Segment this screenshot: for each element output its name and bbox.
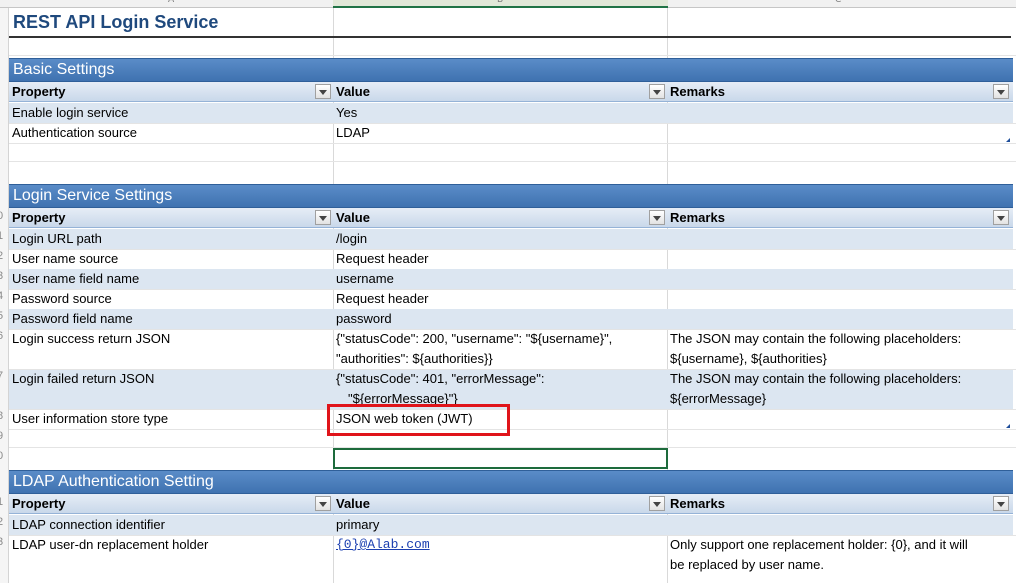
filter-dropdown-button[interactable] [993, 84, 1009, 99]
table-cell-value[interactable]: primary [333, 515, 670, 535]
filter-dropdown-button[interactable] [649, 84, 665, 99]
row-number[interactable]: 5 [0, 310, 3, 322]
row-number[interactable]: 3 [0, 270, 3, 282]
login-table-header: Property Value Remarks [9, 208, 1013, 228]
table-cell-property[interactable]: Login success return JSON [9, 329, 336, 349]
table-cell-remarks[interactable]: The JSON may contain the following place… [667, 329, 1016, 349]
filter-dropdown-button[interactable] [993, 210, 1009, 225]
column-letter-b[interactable]: B [497, 0, 503, 5]
table-cell-property[interactable]: LDAP connection identifier [9, 515, 336, 535]
table-cell-value[interactable]: password [333, 309, 670, 329]
column-header-strip: A B C [0, 0, 1016, 8]
value-column-header[interactable]: Value [333, 494, 667, 514]
row-number[interactable]: 2 [0, 250, 3, 262]
row-divider [9, 161, 1016, 162]
row-number[interactable]: 1 [0, 230, 3, 242]
property-column-header[interactable]: Property [9, 82, 333, 102]
filter-dropdown-button[interactable] [993, 496, 1009, 511]
sheet-title[interactable]: REST API Login Service [13, 12, 218, 33]
filter-dropdown-button[interactable] [315, 84, 331, 99]
row-number-gutter: 0 1 2 3 4 5 6 7 8 9 0 1 2 3 [0, 8, 9, 583]
row-number[interactable]: 6 [0, 330, 3, 342]
highlight-annotation-box [327, 404, 510, 436]
value-column-header[interactable]: Value [333, 208, 667, 228]
basic-settings-header[interactable]: Basic Settings [9, 58, 1013, 82]
filter-dropdown-button[interactable] [315, 496, 331, 511]
login-settings-header[interactable]: Login Service Settings [9, 184, 1013, 208]
table-cell-property[interactable]: Authentication source [9, 123, 336, 143]
table-cell-value[interactable]: {"statusCode": 200, "username": "${usern… [333, 329, 670, 349]
row-number[interactable]: 2 [0, 516, 3, 528]
table-cell-value[interactable]: username [333, 269, 670, 289]
title-underline [9, 36, 1011, 38]
filter-dropdown-button[interactable] [649, 210, 665, 225]
row-number[interactable]: 4 [0, 290, 3, 302]
row-number[interactable]: 0 [0, 450, 3, 462]
column-letter-c[interactable]: C [835, 0, 841, 5]
table-cell-remarks[interactable]: Only support one replacement holder: {0}… [667, 535, 1016, 555]
table-cell-value[interactable]: Request header [333, 249, 670, 269]
value-column-header[interactable]: Value [333, 82, 667, 102]
table-cell-property[interactable]: User information store type [9, 409, 336, 429]
table-cell-property[interactable]: User name source [9, 249, 336, 269]
row-number[interactable]: 3 [0, 536, 3, 548]
property-column-header[interactable]: Property [9, 208, 333, 228]
table-cell-value[interactable]: Yes [333, 103, 670, 123]
table-cell-value-continued[interactable]: "authorities": ${authorities}} [333, 349, 670, 369]
remarks-column-header[interactable]: Remarks [667, 494, 1013, 514]
table-cell-property[interactable]: Password field name [9, 309, 336, 329]
row-number[interactable]: 8 [0, 410, 3, 422]
table-cell-value[interactable]: LDAP [333, 123, 670, 143]
table-resize-handle[interactable] [1006, 424, 1010, 428]
remarks-column-header[interactable]: Remarks [667, 208, 1013, 228]
basic-table-header: Property Value Remarks [9, 82, 1013, 102]
row-number[interactable]: 7 [0, 370, 3, 382]
row-divider [9, 143, 1016, 144]
row-divider [9, 55, 1016, 56]
row-number[interactable]: 0 [0, 210, 3, 222]
table-cell-property[interactable]: Login URL path [9, 229, 336, 249]
table-cell-property[interactable]: Enable login service [9, 103, 336, 123]
ldap-settings-header[interactable]: LDAP Authentication Setting [9, 470, 1013, 494]
remarks-column-header[interactable]: Remarks [667, 82, 1013, 102]
row-divider [9, 429, 1016, 430]
table-cell-remarks[interactable]: The JSON may contain the following place… [667, 369, 1016, 389]
ldap-table-header: Property Value Remarks [9, 494, 1013, 514]
column-letter-a[interactable]: A [168, 0, 174, 5]
table-cell-property[interactable]: Login failed return JSON [9, 369, 336, 389]
filter-dropdown-button[interactable] [649, 496, 665, 511]
filter-dropdown-button[interactable] [315, 210, 331, 225]
table-resize-handle[interactable] [1006, 138, 1010, 142]
row-number[interactable]: 9 [0, 430, 3, 442]
table-cell-property[interactable]: User name field name [9, 269, 336, 289]
table-cell-value[interactable]: /login [333, 229, 670, 249]
table-cell-property[interactable]: LDAP user-dn replacement holder [9, 535, 336, 555]
table-cell-remarks-continued[interactable]: ${errorMessage} [667, 389, 1016, 409]
table-cell-property[interactable]: Password source [9, 289, 336, 309]
table-cell-remarks-continued[interactable]: ${username}, ${authorities} [667, 349, 1016, 369]
table-cell-value[interactable]: {"statusCode": 401, "errorMessage": [333, 369, 670, 389]
table-cell-value[interactable]: Request header [333, 289, 670, 309]
property-column-header[interactable]: Property [9, 494, 333, 514]
table-cell-remarks-continued[interactable]: be replaced by user name. [667, 555, 1016, 575]
active-cell-selection[interactable] [333, 448, 668, 469]
email-hyperlink[interactable]: {0}@Alab.com [333, 535, 670, 555]
row-number[interactable]: 1 [0, 496, 3, 508]
